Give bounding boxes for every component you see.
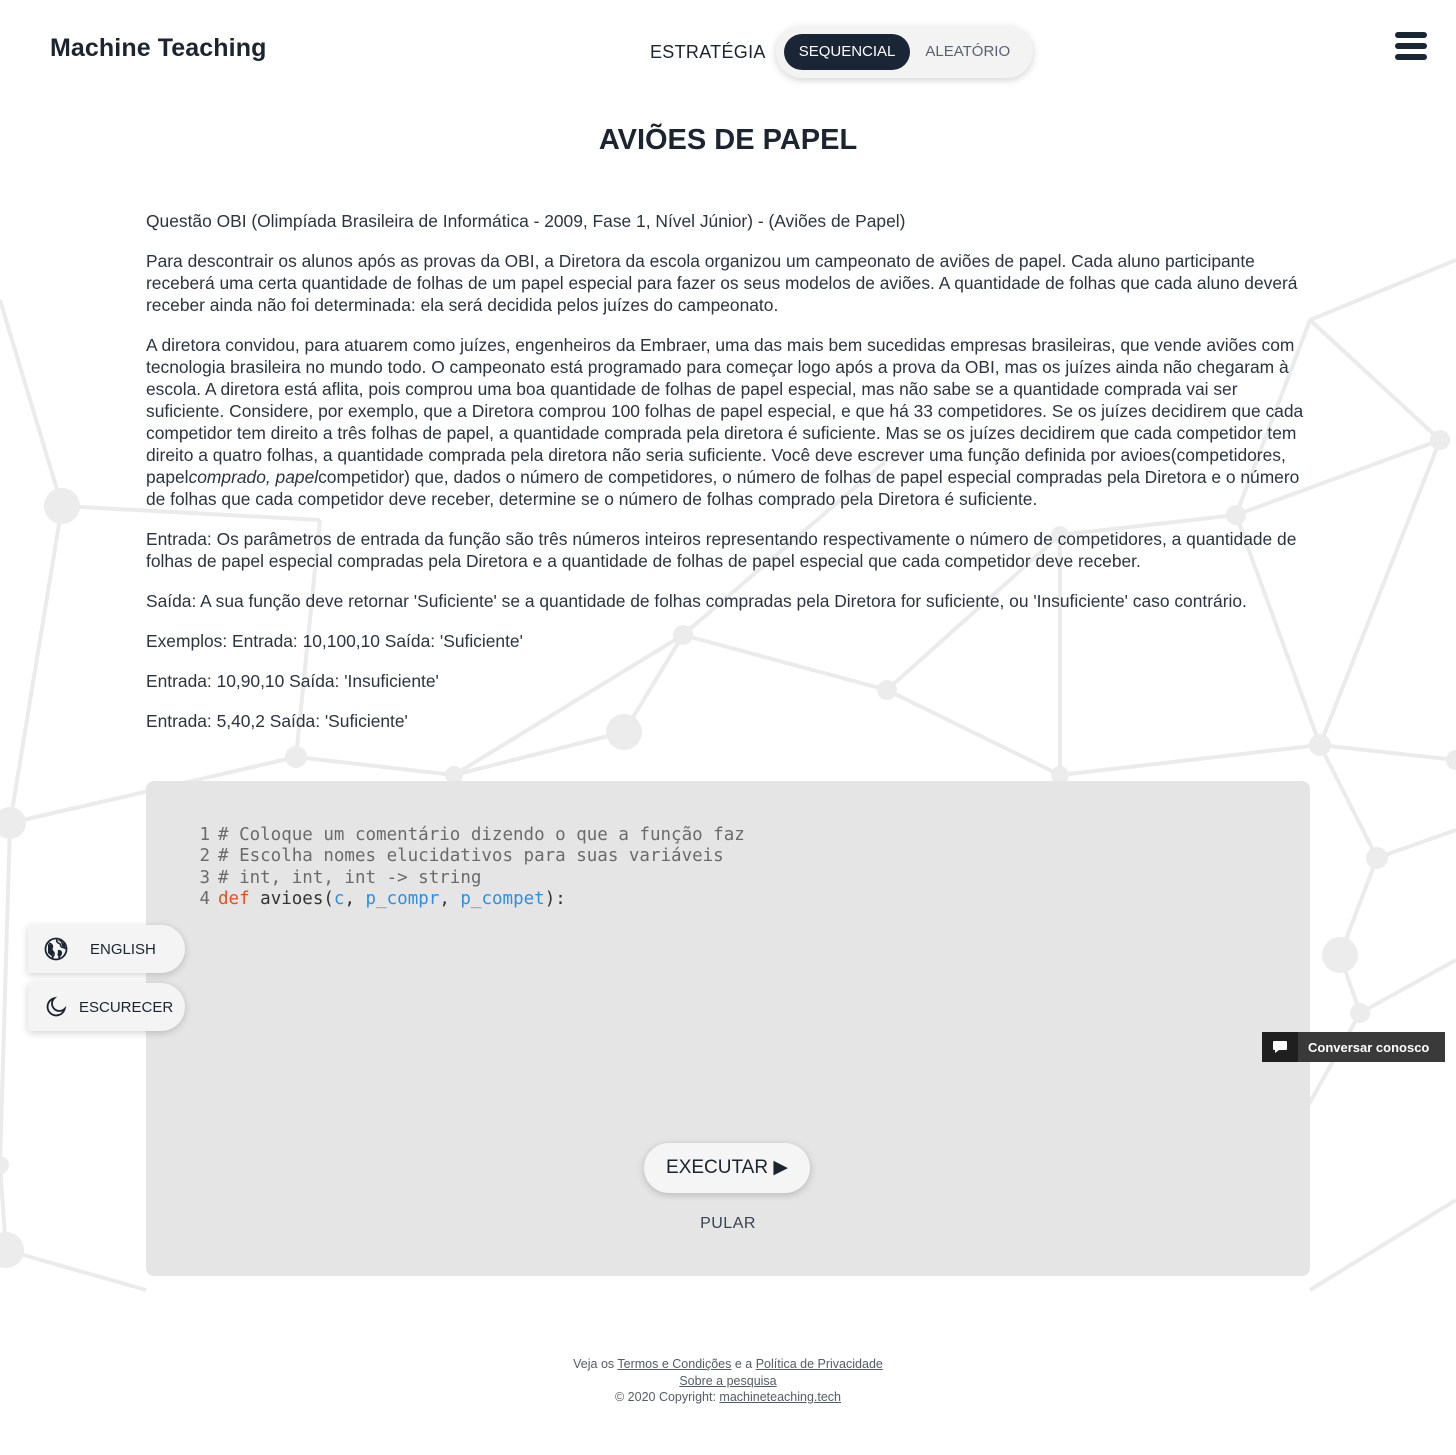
code-area[interactable]: 1 # Coloque um comentário dizendo o que a… bbox=[196, 825, 745, 910]
code-editor[interactable]: 1 # Coloque um comentário dizendo o que a… bbox=[146, 781, 1310, 1276]
line-number: 2 bbox=[199, 846, 210, 867]
terms-link[interactable]: Termos e Condições bbox=[617, 1357, 731, 1371]
code-line[interactable]: 1 # Coloque um comentário dizendo o que a… bbox=[196, 825, 745, 846]
hamburger-menu-icon[interactable] bbox=[1395, 32, 1427, 66]
code-line[interactable]: 3 # int, int, int -> string bbox=[196, 868, 745, 889]
privacy-link[interactable]: Política de Privacidade bbox=[756, 1357, 883, 1371]
dark-mode-button[interactable]: ESCURECER bbox=[28, 983, 185, 1031]
language-label: ENGLISH bbox=[90, 940, 156, 958]
code-param: p_compet bbox=[460, 888, 545, 909]
copyright-text: © 2020 Copyright: bbox=[614, 1390, 720, 1404]
strategy-selector: ESTRATÉGIA SEQUENCIAL ALEATÓRIO bbox=[650, 24, 1034, 80]
site-logo[interactable]: Machine Teaching bbox=[50, 34, 266, 63]
footer-copyright-line: © 2020 Copyright: machineteaching.tech bbox=[0, 1389, 1456, 1406]
code-param: p_compr bbox=[365, 888, 440, 909]
moon-icon bbox=[42, 993, 70, 1021]
skip-button[interactable]: PULAR bbox=[678, 1215, 778, 1233]
line-number: 4 bbox=[199, 888, 210, 909]
example-3: Entrada: 5,40,2 Saída: 'Suficiente' bbox=[146, 711, 408, 731]
output-description: Saída: A sua função deve retornar 'Sufic… bbox=[146, 591, 1247, 611]
footer-about-line: Sobre a pesquisa bbox=[0, 1373, 1456, 1390]
example-1: Exemplos: Entrada: 10,100,10 Saída: 'Suf… bbox=[146, 631, 523, 651]
language-english-button[interactable]: ENGLISH bbox=[28, 925, 185, 973]
footer-legal-line: Veja os Termos e Condições e a Política … bbox=[0, 1356, 1456, 1373]
dark-mode-label: ESCURECER bbox=[79, 998, 174, 1016]
code-comment: # int, int, int -> string bbox=[218, 867, 482, 888]
chat-label: Conversar conosco bbox=[1308, 1039, 1430, 1055]
problem-paragraph: A diretora convidou, para atuarem como j… bbox=[146, 334, 1312, 510]
problem-text: competidor) que, dados o número de compe… bbox=[146, 467, 1300, 509]
input-description: Entrada: Os parâmetros de entrada da fun… bbox=[146, 529, 1297, 571]
problem-source: Questão OBI (Olimpíada Brasileira de Inf… bbox=[146, 211, 906, 231]
problem-text: A diretora convidou, para atuarem como j… bbox=[146, 335, 1304, 487]
site-link[interactable]: machineteaching.tech bbox=[719, 1390, 841, 1404]
line-number: 3 bbox=[199, 867, 210, 888]
code-punct: , bbox=[344, 888, 366, 909]
code-line[interactable]: 4 def avioes(c, p_compr, p_compet): bbox=[196, 889, 745, 910]
strategy-toggle[interactable]: SEQUENCIAL ALEATÓRIO bbox=[775, 26, 1034, 78]
about-research-link[interactable]: Sobre a pesquisa bbox=[679, 1374, 776, 1388]
strategy-label: ESTRATÉGIA bbox=[650, 41, 766, 62]
globe-icon bbox=[42, 935, 70, 963]
footer-text: e a bbox=[731, 1357, 756, 1371]
code-comment: # Coloque um comentário dizendo o que a … bbox=[218, 825, 745, 845]
code-punct: ( bbox=[323, 888, 334, 909]
code-keyword: def bbox=[218, 888, 250, 909]
chat-bubble-icon bbox=[1262, 1032, 1298, 1062]
run-button[interactable]: EXECUTAR ▶ bbox=[644, 1143, 810, 1193]
strategy-option-sequencial[interactable]: SEQUENCIAL bbox=[783, 34, 911, 70]
problem-statement: Questão OBI (Olimpíada Brasileira de Inf… bbox=[146, 210, 1312, 750]
code-comment: # Escolha nomes elucidativos para suas v… bbox=[218, 846, 724, 867]
problem-paragraph: Para descontrair os alunos após as prova… bbox=[146, 251, 1298, 315]
page-title: AVIÕES DE PAPEL bbox=[598, 124, 858, 156]
code-line[interactable]: 2 # Escolha nomes elucidativos para suas … bbox=[196, 846, 745, 867]
example-2: Entrada: 10,90,10 Saída: 'Insuficiente' bbox=[146, 671, 439, 691]
line-number: 1 bbox=[199, 825, 210, 845]
code-param: c bbox=[333, 888, 345, 909]
code-function-name: avioes bbox=[260, 888, 324, 909]
footer-text: Veja os bbox=[573, 1357, 618, 1371]
code-punct: , bbox=[439, 888, 461, 909]
strategy-option-aleatorio[interactable]: ALEATÓRIO bbox=[910, 34, 1025, 70]
footer: Veja os Termos e Condições e a Política … bbox=[0, 1356, 1456, 1406]
problem-italic-text: comprado, papel bbox=[188, 467, 319, 487]
chat-widget-button[interactable]: Conversar conosco bbox=[1262, 1032, 1445, 1062]
code-punct: ): bbox=[544, 888, 566, 909]
